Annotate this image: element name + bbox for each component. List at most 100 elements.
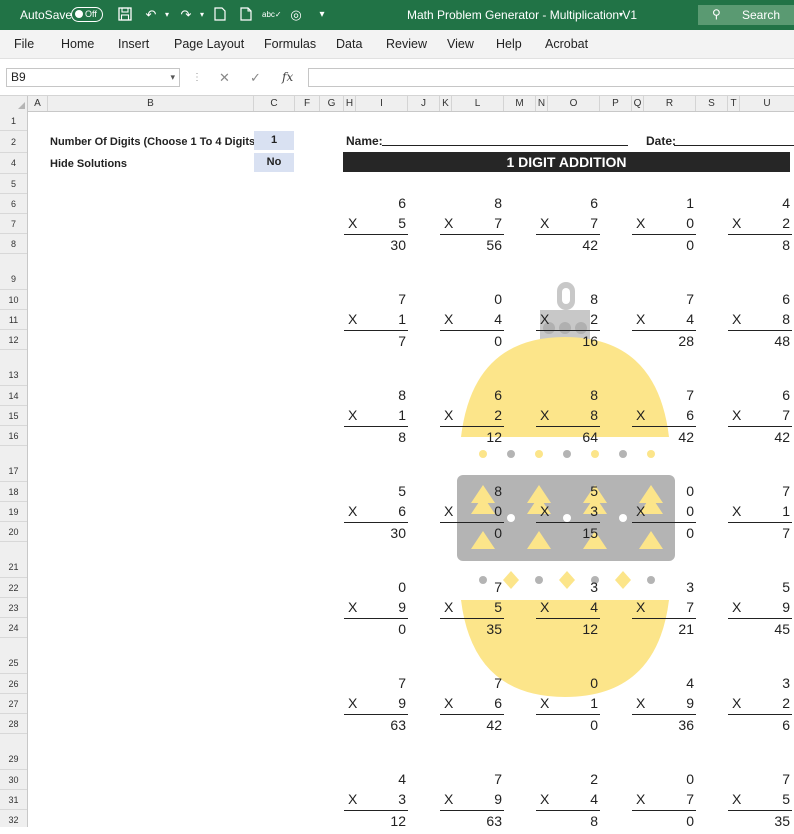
column-header-m[interactable]: M xyxy=(504,96,536,111)
multiply-operator: X xyxy=(444,599,454,615)
tab-data[interactable]: Data xyxy=(336,30,362,58)
save-icon[interactable] xyxy=(117,7,133,23)
row-header-32[interactable]: 32 xyxy=(0,810,27,827)
problem-divider xyxy=(440,426,504,427)
redo-icon[interactable]: ↷ xyxy=(178,7,194,23)
column-header-l[interactable]: L xyxy=(452,96,504,111)
row-header-10[interactable]: 10 xyxy=(0,290,27,310)
problem-answer: 35 xyxy=(774,813,790,829)
column-header-g[interactable]: G xyxy=(320,96,344,111)
name-box-dropdown-icon[interactable]: ▾ xyxy=(170,69,175,86)
row-header-29[interactable]: 29 xyxy=(0,734,27,770)
problem-answer: 30 xyxy=(390,237,406,253)
column-header-i[interactable]: I xyxy=(356,96,408,111)
toggle-knob xyxy=(75,10,83,18)
row-header-18[interactable]: 18 xyxy=(0,482,27,502)
row-header-28[interactable]: 28 xyxy=(0,714,27,734)
select-all-corner[interactable] xyxy=(0,96,28,111)
digits-input[interactable]: 1 xyxy=(254,131,294,150)
row-header-6[interactable]: 6 xyxy=(0,194,27,214)
row-header-4[interactable]: 4 xyxy=(0,153,27,174)
row-header-19[interactable]: 19 xyxy=(0,502,27,522)
row-header-12[interactable]: 12 xyxy=(0,330,27,350)
problem-r3-c2: 6 X 2 12 xyxy=(440,386,504,450)
title-dropdown-icon[interactable]: ▾ xyxy=(619,0,623,30)
row-header-14[interactable]: 14 xyxy=(0,386,27,406)
tab-insert[interactable]: Insert xyxy=(118,30,149,58)
tab-help[interactable]: Help xyxy=(496,30,522,58)
hide-solutions-input[interactable]: No xyxy=(254,153,294,172)
column-header-q[interactable]: Q xyxy=(632,96,644,111)
insert-function-icon[interactable]: fx xyxy=(282,68,293,87)
row-header-17[interactable]: 17 xyxy=(0,446,27,482)
row-header-15[interactable]: 15 xyxy=(0,406,27,426)
column-header-p[interactable]: P xyxy=(600,96,632,111)
column-header-b[interactable]: B xyxy=(48,96,254,111)
problem-bottom-operand: 1 xyxy=(398,407,406,423)
redo-dropdown-icon[interactable]: ▾ xyxy=(194,7,210,23)
row-header-9[interactable]: 9 xyxy=(0,254,27,290)
row-header-11[interactable]: 11 xyxy=(0,310,27,330)
problem-divider xyxy=(728,810,792,811)
column-header-a[interactable]: A xyxy=(28,96,48,111)
row-header-23[interactable]: 23 xyxy=(0,598,27,618)
row-header-31[interactable]: 31 xyxy=(0,790,27,810)
column-header-k[interactable]: K xyxy=(440,96,452,111)
row-header-16[interactable]: 16 xyxy=(0,426,27,446)
column-header-j[interactable]: J xyxy=(408,96,440,111)
row-header-22[interactable]: 22 xyxy=(0,578,27,598)
cancel-icon[interactable]: ✕ xyxy=(219,68,230,87)
multiply-operator: X xyxy=(348,791,358,807)
row-header-30[interactable]: 30 xyxy=(0,770,27,790)
row-header-21[interactable]: 21 xyxy=(0,542,27,578)
problem-answer: 0 xyxy=(398,621,406,637)
formula-input[interactable] xyxy=(308,68,794,87)
undo-icon[interactable]: ↶ xyxy=(143,7,159,23)
row-header-26[interactable]: 26 xyxy=(0,674,27,694)
tab-acrobat[interactable]: Acrobat xyxy=(545,30,588,58)
row-header-7[interactable]: 7 xyxy=(0,214,27,234)
multiply-operator: X xyxy=(636,311,646,327)
column-header-u[interactable]: U xyxy=(740,96,794,111)
tab-home[interactable]: Home xyxy=(61,30,94,58)
undo-dropdown-icon[interactable]: ▾ xyxy=(159,7,175,23)
search-box[interactable]: ⚲ Search xyxy=(698,5,794,25)
document-icon[interactable] xyxy=(212,7,228,23)
autosave-toggle[interactable]: Off xyxy=(71,7,103,22)
tab-review[interactable]: Review xyxy=(386,30,427,58)
problem-divider xyxy=(536,234,600,235)
row-header-27[interactable]: 27 xyxy=(0,694,27,714)
column-header-f[interactable]: F xyxy=(295,96,320,111)
tab-file[interactable]: File xyxy=(14,30,34,58)
row-header-13[interactable]: 13 xyxy=(0,350,27,386)
new-file-icon[interactable] xyxy=(238,7,254,23)
row-header-2[interactable]: 2 xyxy=(0,131,27,153)
column-header-h[interactable]: H xyxy=(344,96,356,111)
column-header-s[interactable]: S xyxy=(696,96,728,111)
name-box[interactable]: B9 ▾ xyxy=(6,68,180,87)
problem-top-operand: 5 xyxy=(398,483,406,499)
tab-page-layout[interactable]: Page Layout xyxy=(174,30,244,58)
worksheet-grid[interactable]: Number Of Digits (Choose 1 To 4 Digits) … xyxy=(28,111,794,829)
tab-formulas[interactable]: Formulas xyxy=(264,30,316,58)
spelling-icon[interactable]: abc✓ xyxy=(262,7,282,23)
search-icon: ⚲ xyxy=(712,7,721,21)
row-header-5[interactable]: 5 xyxy=(0,174,27,194)
column-header-r[interactable]: R xyxy=(644,96,696,111)
target-icon[interactable]: ◎ xyxy=(288,7,304,23)
problem-r4-c3: 5 X 3 15 xyxy=(536,482,600,546)
tab-view[interactable]: View xyxy=(447,30,474,58)
customize-toolbar-icon[interactable]: ▾ xyxy=(314,7,330,23)
row-header-25[interactable]: 25 xyxy=(0,638,27,674)
row-header-20[interactable]: 20 xyxy=(0,522,27,542)
column-header-o[interactable]: O xyxy=(548,96,600,111)
row-header-8[interactable]: 8 xyxy=(0,234,27,254)
row-header-24[interactable]: 24 xyxy=(0,618,27,638)
problem-answer: 8 xyxy=(398,429,406,445)
column-header-n[interactable]: N xyxy=(536,96,548,111)
row-header-1[interactable]: 1 xyxy=(0,111,27,131)
column-header-t[interactable]: T xyxy=(728,96,740,111)
column-header-c[interactable]: C xyxy=(254,96,295,111)
problem-divider xyxy=(536,618,600,619)
enter-icon[interactable]: ✓ xyxy=(250,68,261,87)
